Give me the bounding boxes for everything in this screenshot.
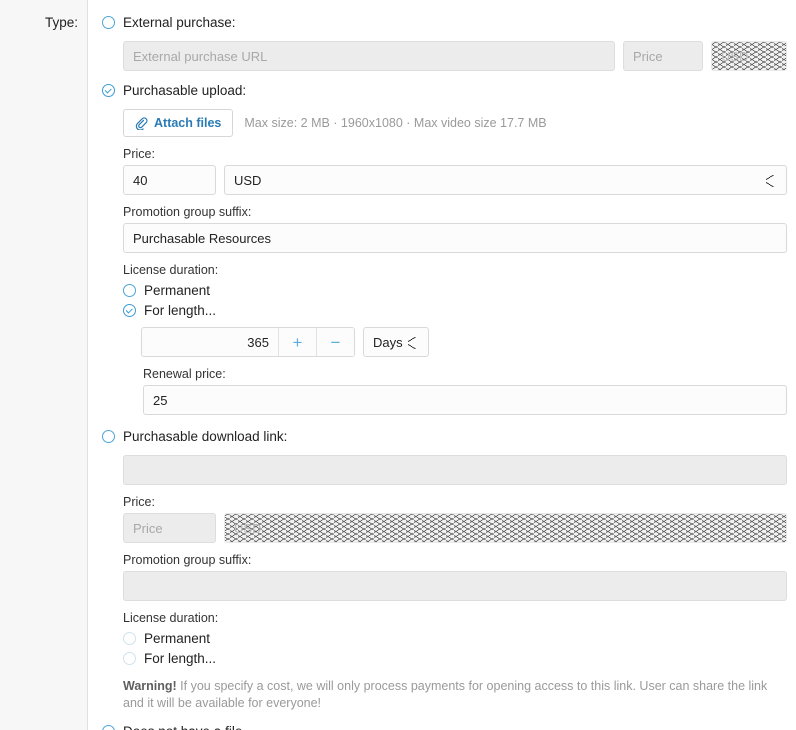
renewal-price-input[interactable] [143, 385, 787, 415]
download-link-input[interactable] [123, 455, 787, 485]
download-link-fields: Price: USD Promotion group suffix: Licen… [102, 455, 787, 712]
upload-price-label: Price: [123, 147, 787, 162]
radio-purchasable-download-link[interactable] [102, 430, 115, 443]
external-purchase-price-input[interactable] [623, 41, 703, 71]
attach-files-row: Attach files Max size: 2 MB · 1960x1080 … [123, 109, 787, 137]
download-license-permanent[interactable]: Permanent [123, 629, 787, 649]
type-form: Type: External purchase: USD Purchasable… [0, 0, 796, 730]
type-field-label: Type: [0, 15, 78, 31]
download-promotion-input[interactable] [123, 571, 787, 601]
download-promotion-label: Promotion group suffix: [123, 553, 787, 568]
option-external-purchase[interactable]: External purchase: [102, 13, 787, 33]
option-purchasable-download-link-label: Purchasable download link: [123, 427, 287, 446]
warning-prefix: Warning! [123, 679, 177, 693]
upload-for-length-label: For length... [144, 301, 216, 320]
download-currency-select[interactable]: USD [224, 513, 787, 543]
download-license-label: License duration: [123, 611, 787, 626]
upload-price-input[interactable] [123, 165, 216, 195]
radio-download-permanent[interactable] [123, 632, 136, 645]
download-price-input[interactable] [123, 513, 216, 543]
external-purchase-currency-select[interactable]: USD [711, 41, 787, 71]
option-purchasable-upload[interactable]: Purchasable upload: [102, 81, 787, 101]
upload-promotion-label: Promotion group suffix: [123, 205, 787, 220]
duration-input[interactable] [142, 328, 278, 356]
download-permanent-label: Permanent [144, 629, 210, 648]
attach-files-button[interactable]: Attach files [123, 109, 233, 137]
external-purchase-fields: USD [102, 41, 787, 71]
duration-increment-button[interactable]: + [278, 328, 316, 356]
download-price-row: USD [123, 513, 787, 543]
radio-purchasable-upload[interactable] [102, 84, 115, 97]
upload-promotion-input[interactable] [123, 223, 787, 253]
download-link-warning: Warning! If you specify a cost, we will … [123, 678, 787, 712]
option-purchasable-upload-label: Purchasable upload: [123, 81, 246, 100]
radio-upload-for-length[interactable] [123, 304, 136, 317]
radio-upload-permanent[interactable] [123, 284, 136, 297]
upload-constraints-note: Max size: 2 MB · 1960x1080 · Max video s… [244, 116, 546, 130]
option-purchasable-download-link[interactable]: Purchasable download link: [102, 427, 787, 447]
duration-stepper: + − [141, 327, 355, 357]
upload-license-for-length[interactable]: For length... [123, 301, 787, 321]
upload-price-row: USD [123, 165, 787, 195]
attach-files-label: Attach files [154, 116, 221, 130]
option-external-purchase-label: External purchase: [123, 13, 236, 32]
duration-decrement-button[interactable]: − [316, 328, 354, 356]
download-license-for-length[interactable]: For length... [123, 649, 787, 669]
warning-body: If you specify a cost, we will only proc… [123, 679, 767, 710]
duration-unit-select[interactable]: Days [363, 327, 429, 357]
radio-no-file[interactable] [102, 725, 115, 730]
external-purchase-row: USD [123, 41, 787, 71]
external-purchase-url-input[interactable] [123, 41, 615, 71]
purchasable-upload-fields: Attach files Max size: 2 MB · 1960x1080 … [102, 109, 787, 415]
upload-license-label: License duration: [123, 263, 787, 278]
renewal-price-label: Renewal price: [143, 367, 787, 382]
download-price-label: Price: [123, 495, 787, 510]
upload-currency-select[interactable]: USD [224, 165, 787, 195]
upload-permanent-label: Permanent [144, 281, 210, 300]
radio-download-for-length[interactable] [123, 652, 136, 665]
option-no-file-label: Does not have a file [123, 722, 242, 730]
renewal-price-block: Renewal price: [123, 367, 787, 415]
duration-stepper-row: + − Days [123, 327, 787, 357]
radio-external-purchase[interactable] [102, 16, 115, 29]
form-label-column: Type: [0, 0, 88, 730]
option-no-file[interactable]: Does not have a file [102, 722, 787, 730]
form-content-column: External purchase: USD Purchasable uploa… [88, 0, 796, 730]
upload-license-permanent[interactable]: Permanent [123, 281, 787, 301]
paperclip-icon [135, 117, 148, 130]
download-for-length-label: For length... [144, 649, 216, 668]
